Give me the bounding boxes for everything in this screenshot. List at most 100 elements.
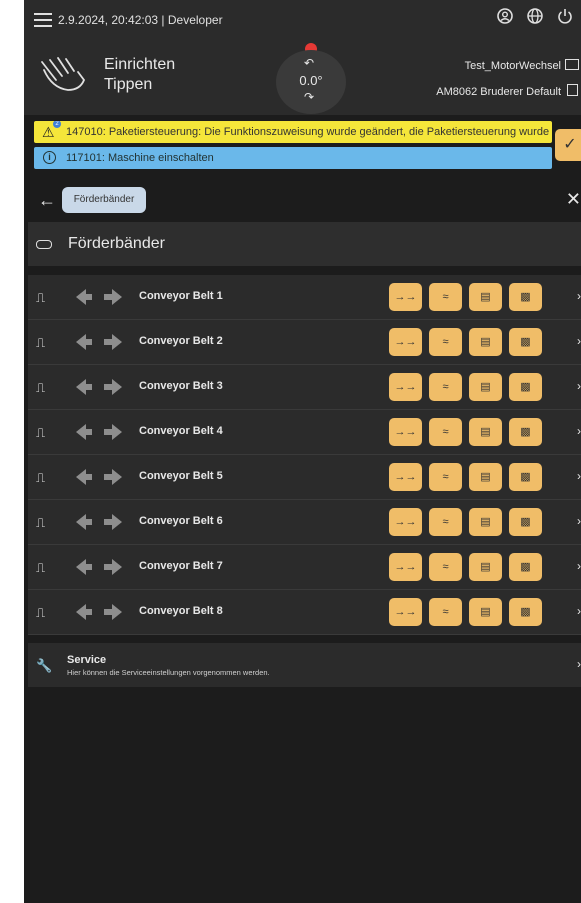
power-icon[interactable] [557,8,579,30]
belt-run-button[interactable]: →→ [389,598,422,626]
service-subtitle: Hier können die Serviceeinstellungen vor… [67,668,270,677]
chevron-right-icon: › [577,379,581,393]
jog-right-icon[interactable] [104,559,122,575]
belt-run-button[interactable]: →→ [389,553,422,581]
belt-settings-button[interactable]: ▩ [509,373,542,401]
jog-right-icon[interactable] [104,334,122,350]
message-count-badge: 2 [53,121,61,128]
jog-right-icon[interactable] [104,289,122,305]
jog-left-icon[interactable] [76,424,92,440]
belt-sensor-icon: ▤ [480,606,491,618]
chevron-right-icon: › [577,514,581,528]
jog-right-icon[interactable] [104,514,122,530]
belt-row[interactable]: ⎍ Conveyor Belt 4 →→ ≈ ▤ ▩ › [28,410,581,455]
belt-row[interactable]: ⎍ Conveyor Belt 6 →→ ≈ ▤ ▩ › [28,500,581,545]
jog-left-icon[interactable] [76,514,92,530]
belt-sensor-button[interactable]: ▤ [469,373,502,401]
belt-sensor-button[interactable]: ▤ [469,508,502,536]
belt-row[interactable]: ⎍ Conveyor Belt 5 →→ ≈ ▤ ▩ › [28,455,581,500]
belt-settings-button[interactable]: ▩ [509,463,542,491]
belt-run-button[interactable]: →→ [389,373,422,401]
belt-jog-button[interactable]: ≈ [429,328,462,356]
belt-sensor-button[interactable]: ▤ [469,553,502,581]
check-icon: ✓ [563,136,577,153]
angle-dial[interactable]: ↶ 0.0° ↷ [276,50,346,114]
warning-banner[interactable]: ⚠ 2 147010: Paketiersteuerung: Die Funkt… [34,121,552,143]
jog-left-icon[interactable] [76,289,92,305]
belt-sensor-icon: ▤ [480,426,491,438]
machine-header: Einrichten Tippen ↶ 0.0° ↷ Test_MotorWec… [24,40,581,115]
belt-sensor-icon: ▤ [480,561,491,573]
product-icon[interactable] [567,84,578,96]
section-title: Förderbänder [68,235,165,252]
belt-run-button[interactable]: →→ [389,508,422,536]
acknowledge-button[interactable]: ✓ [555,129,581,161]
belt-jog-button[interactable]: ≈ [429,373,462,401]
top-bar: 2.9.2024, 20:42:03 | Developer [24,0,581,40]
language-icon[interactable] [527,8,549,30]
back-arrow-icon[interactable]: ← [38,190,56,211]
belt-settings-button[interactable]: ▩ [509,553,542,581]
belt-run-button[interactable]: →→ [389,463,422,491]
belt-jog-button[interactable]: ≈ [429,463,462,491]
conveyor-small-icon: ⎍ [36,515,46,530]
hand-icon[interactable] [38,54,90,94]
belt-sensor-button[interactable]: ▤ [469,283,502,311]
belt-run-icon: →→ [394,606,417,618]
belt-sensor-button[interactable]: ▤ [469,463,502,491]
belt-sensor-button[interactable]: ▤ [469,328,502,356]
jog-left-icon[interactable] [76,604,92,620]
belt-row[interactable]: ⎍ Conveyor Belt 2 →→ ≈ ▤ ▩ › [28,320,581,365]
belt-row[interactable]: ⎍ Conveyor Belt 8 →→ ≈ ▤ ▩ › [28,590,581,635]
belt-jog-button[interactable]: ≈ [429,418,462,446]
belt-jog-button[interactable]: ≈ [429,283,462,311]
menu-icon[interactable] [34,13,52,27]
belt-sensor-icon: ▤ [480,336,491,348]
belt-run-button[interactable]: →→ [389,418,422,446]
belt-settings-button[interactable]: ▩ [509,418,542,446]
chevron-right-icon: › [577,559,581,573]
belt-sensor-icon: ▤ [480,291,491,303]
jog-left-icon[interactable] [76,334,92,350]
belt-jog-button[interactable]: ≈ [429,598,462,626]
info-banner[interactable]: i 117101: Maschine einschalten [34,147,552,169]
belt-settings-button[interactable]: ▩ [509,508,542,536]
rotate-ccw-icon: ↶ [304,56,315,70]
belt-settings-icon: ▩ [520,606,531,618]
breadcrumb-chip[interactable]: Förderbänder [62,187,146,213]
monitor-icon[interactable] [565,59,579,70]
belt-settings-button[interactable]: ▩ [509,283,542,311]
jog-left-icon[interactable] [76,379,92,395]
belt-row[interactable]: ⎍ Conveyor Belt 7 →→ ≈ ▤ ▩ › [28,545,581,590]
belt-run-button[interactable]: →→ [389,283,422,311]
belt-settings-button[interactable]: ▩ [509,328,542,356]
belt-jog-button[interactable]: ≈ [429,508,462,536]
conveyor-small-icon: ⎍ [36,470,46,485]
jog-left-icon[interactable] [76,559,92,575]
account-icon[interactable] [497,8,519,30]
service-row[interactable]: 🔧 Service Hier können die Serviceeinstel… [28,643,581,687]
warning-text: 147010: Paketiersteuerung: Die Funktions… [66,126,550,138]
chevron-right-icon: › [577,604,581,618]
belt-run-icon: →→ [394,381,417,393]
belt-settings-icon: ▩ [520,426,531,438]
belt-sensor-button[interactable]: ▤ [469,418,502,446]
belt-label: Conveyor Belt 2 [139,335,223,347]
belt-settings-button[interactable]: ▩ [509,598,542,626]
belt-sensor-button[interactable]: ▤ [469,598,502,626]
belt-run-button[interactable]: →→ [389,328,422,356]
close-icon[interactable]: ✕ [566,189,581,210]
belt-jog-icon: ≈ [442,426,449,438]
jog-right-icon[interactable] [104,604,122,620]
jog-left-icon[interactable] [76,469,92,485]
belt-row[interactable]: ⎍ Conveyor Belt 1 →→ ≈ ▤ ▩ › [28,275,581,320]
jog-right-icon[interactable] [104,379,122,395]
belt-jog-icon: ≈ [442,336,449,348]
mode-label: Einrichten [104,56,176,73]
wrench-icon: 🔧 [36,658,53,673]
belt-jog-button[interactable]: ≈ [429,553,462,581]
jog-right-icon[interactable] [104,424,122,440]
jog-right-icon[interactable] [104,469,122,485]
belt-label: Conveyor Belt 6 [139,515,223,527]
belt-row[interactable]: ⎍ Conveyor Belt 3 →→ ≈ ▤ ▩ › [28,365,581,410]
